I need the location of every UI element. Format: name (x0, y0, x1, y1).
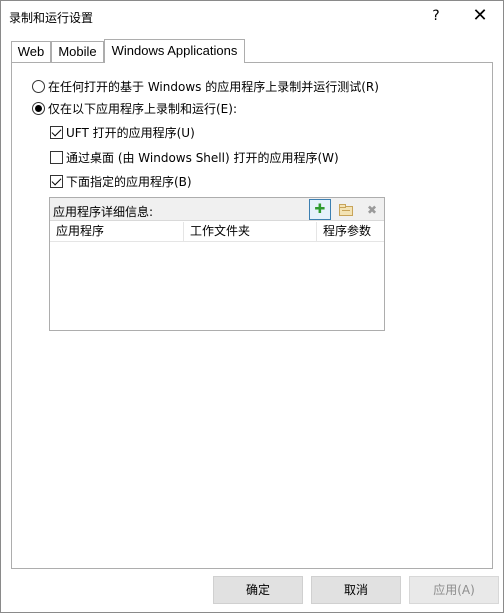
delete-app-button[interactable]: ✖ (361, 199, 383, 220)
tab-web[interactable]: Web (11, 41, 51, 62)
dialog-title: 录制和运行设置 (9, 11, 94, 25)
app-details-toolbar: 应用程序详细信息: ✚ ✖ (50, 198, 384, 221)
column-header-workdir[interactable]: 工作文件夹 (183, 222, 316, 242)
radio-any-label: 在任何打开的基于 Windows 的应用程序上录制并运行测试(R) (48, 79, 379, 94)
radio-only-indicator[interactable] (32, 101, 45, 115)
title-bar: 录制和运行设置 ? ✕ (1, 1, 503, 31)
column-header-args[interactable]: 程序参数 (316, 222, 384, 242)
help-button[interactable]: ? (424, 5, 448, 27)
tab-mobile[interactable]: Mobile (51, 41, 104, 62)
check-specified-box[interactable] (50, 174, 63, 188)
app-details-label: 应用程序详细信息: (53, 205, 154, 219)
check-uft-label: UFT 打开的应用程序(U) (66, 125, 195, 140)
radio-record-only[interactable]: 仅在以下应用程序上录制和运行(E): (32, 100, 237, 116)
check-specified-label: 下面指定的应用程序(B) (66, 174, 192, 189)
column-header-app[interactable]: 应用程序 (50, 222, 183, 242)
edit-app-button[interactable] (335, 199, 357, 220)
close-button[interactable]: ✕ (465, 5, 495, 27)
check-shell-apps[interactable]: 通过桌面 (由 Windows Shell) 打开的应用程序(W) (50, 149, 339, 165)
cancel-button[interactable]: 取消 (311, 576, 401, 604)
ok-button[interactable]: 确定 (213, 576, 303, 604)
add-app-button[interactable]: ✚ (309, 199, 331, 220)
edit-icon (339, 203, 353, 216)
radio-record-any[interactable]: 在任何打开的基于 Windows 的应用程序上录制并运行测试(R) (32, 78, 379, 94)
add-icon: ✚ (314, 202, 326, 217)
settings-dialog: 录制和运行设置 ? ✕ Web Mobile Windows Applicati… (0, 0, 504, 613)
check-shell-label: 通过桌面 (由 Windows Shell) 打开的应用程序(W) (66, 150, 339, 165)
radio-only-label: 仅在以下应用程序上录制和运行(E): (48, 101, 237, 116)
apply-button[interactable]: 应用(A) (409, 576, 499, 604)
check-uft-box[interactable] (50, 125, 63, 139)
app-table-header: 应用程序 工作文件夹 程序参数 (50, 222, 384, 242)
check-specified-apps[interactable]: 下面指定的应用程序(B) (50, 173, 192, 189)
radio-any-indicator[interactable] (32, 79, 45, 93)
check-uft-apps[interactable]: UFT 打开的应用程序(U) (50, 124, 195, 140)
tab-windows-applications[interactable]: Windows Applications (104, 39, 245, 63)
delete-icon: ✖ (366, 202, 378, 217)
app-details-group: 应用程序详细信息: ✚ ✖ 应用程序 工作文件夹 程序参数 (49, 197, 385, 331)
check-shell-box[interactable] (50, 150, 63, 164)
